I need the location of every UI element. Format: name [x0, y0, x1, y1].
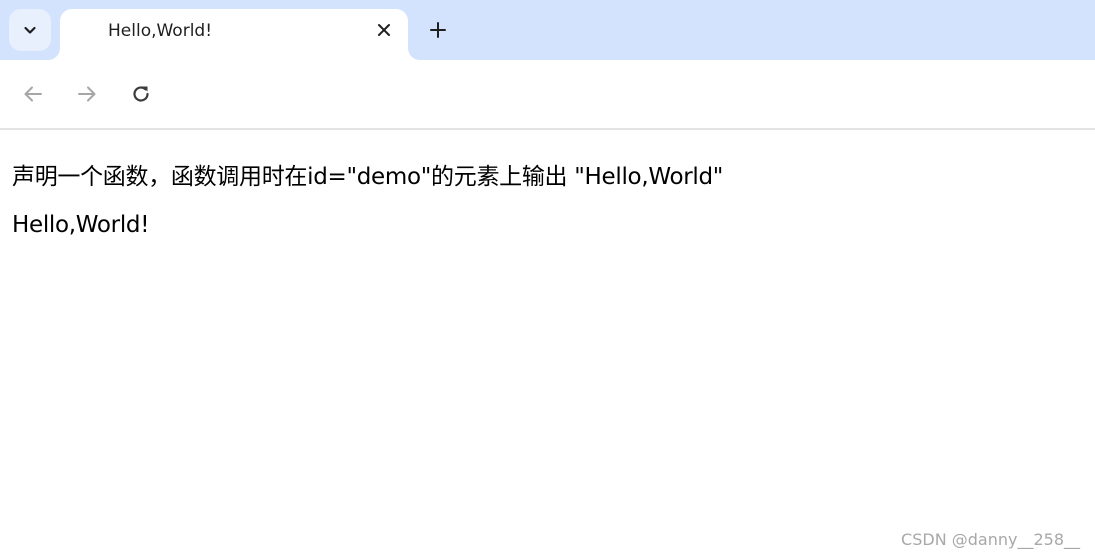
close-icon [377, 23, 391, 37]
watermark: CSDN @danny__258__ [901, 530, 1080, 549]
arrow-left-icon [22, 83, 44, 105]
chevron-down-icon [22, 22, 38, 38]
browser-window: Hello,World! 声明一个函数，函数调用时在id="demo"的元素上输… [0, 0, 1095, 558]
reload-icon [130, 83, 152, 105]
tab-strip: Hello,World! [0, 0, 1095, 60]
page-content: 声明一个函数，函数调用时在id="demo"的元素上输出 "Hello,Worl… [0, 131, 1095, 558]
demo-output: Hello,World! [12, 212, 150, 238]
plus-icon [429, 21, 447, 39]
navigation-toolbar [0, 60, 1095, 130]
tab-title: Hello,World! [108, 21, 213, 41]
reload-button[interactable] [127, 80, 155, 108]
back-button[interactable] [19, 80, 47, 108]
tab-active[interactable]: Hello,World! [60, 9, 408, 60]
new-tab-button[interactable] [424, 16, 452, 44]
tab-close-button[interactable] [371, 17, 397, 43]
forward-button[interactable] [73, 80, 101, 108]
arrow-right-icon [76, 83, 98, 105]
tab-search-button[interactable] [9, 9, 51, 51]
page-description: 声明一个函数，函数调用时在id="demo"的元素上输出 "Hello,Worl… [12, 164, 724, 190]
